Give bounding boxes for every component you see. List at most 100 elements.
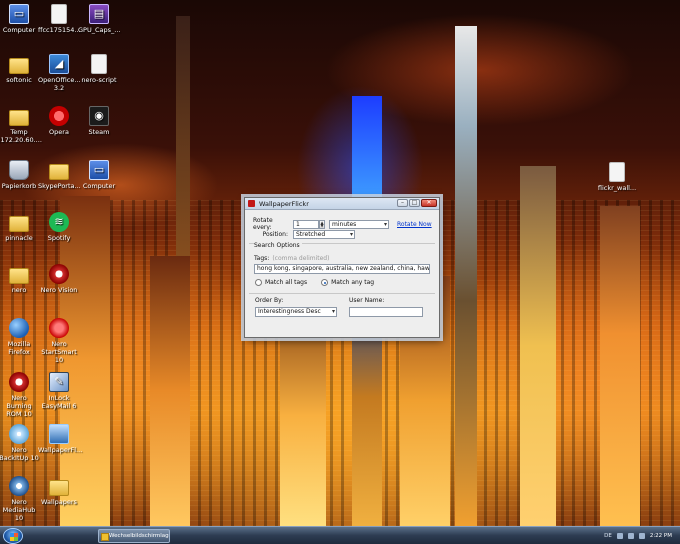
desktop-icon-openoffice[interactable]: ◢ OpenOffice... 3.2 [38,54,81,92]
rotate-interval-input[interactable]: 1 [293,219,319,229]
desktop-icon-label: Nero Vision [40,286,78,294]
app-icon [248,200,255,207]
spotify-icon: ≋ [49,212,69,232]
desktop-icon-nero-script[interactable]: nero-script [78,54,120,84]
nero-icon [9,372,29,392]
position-row: Position: Stretched [253,230,355,239]
desktop-icon-nero-vision[interactable]: Nero Vision [38,264,80,294]
desktop-icon-papierkorb[interactable]: Papierkorb [0,160,40,190]
desktop-icon-nero-burning-rom[interactable]: Nero Burning ROM 10 [0,372,40,418]
desktop-icon-label: softonic [6,76,32,84]
skyline-tower [280,306,326,526]
order-by-select[interactable]: Interestingness Desc [255,307,337,317]
desktop-icon-spotify[interactable]: ≋ Spotify [38,212,80,242]
rotate-row: Rotate every: 1 ▲▼ minutes Rotate Now [253,217,432,231]
minimize-button[interactable]: – [397,199,408,207]
match-all-radio[interactable] [255,279,262,286]
desktop-icon-label: InLock EasyMail 6 [41,394,77,410]
desktop-icon-gpu-caps[interactable]: ▤ GPU_Caps_... [78,4,120,34]
tags-label: Tags: [254,255,270,262]
desktop-icon-nero-backitup[interactable]: Nero BackItUp 10 [0,424,40,462]
nero-icon [49,318,69,338]
desktop-icon-opera[interactable]: Opera [38,106,80,136]
document-icon [609,162,625,182]
maximize-button[interactable]: □ [409,199,420,207]
skyline-tower [455,26,477,526]
desktop-icon-pinnacle[interactable]: pinnacle [0,212,40,242]
desktop-icon-wallpapers[interactable]: Wallpapers [38,476,80,506]
desktop-icon-computer[interactable]: ▭ Computer [0,4,40,34]
dialog-title: WallpaperFlickr [259,199,309,208]
desktop-icon-wallpaperflickr[interactable]: WallpaperFl... [38,424,83,454]
computer-icon: ▭ [9,4,29,24]
tags-label-row: Tags: (comma delimited) [254,255,329,262]
desktop-icon-softonic[interactable]: softonic [0,54,40,84]
rotate-interval-spinner[interactable]: ▲ ▼ [319,219,325,229]
folder-icon [9,216,29,232]
desktop-icon-label: SkypePorta... [38,182,81,190]
desktop-icon-temp[interactable]: Temp (172.20.60.... [0,106,42,144]
taskbar-item[interactable]: Wechselbildschirmlager... [98,529,170,543]
desktop-icon-label: Wallpapers [41,498,77,506]
search-options-label: Search Options [254,242,302,249]
openoffice-icon: ◢ [49,54,69,74]
dialog-titlebar[interactable]: WallpaperFlickr – □ ✕ [245,198,439,210]
steam-icon: ◉ [89,106,109,126]
clock[interactable]: 2:22 PM [650,533,672,539]
desktop-icon-skypeportable[interactable]: SkypePorta... [38,160,81,190]
system-tray: DE 2:22 PM [520,527,680,544]
notification-icon[interactable] [638,533,645,539]
volume-icon[interactable] [627,533,634,539]
desktop-icon-label: Steam [88,128,110,136]
position-select[interactable]: Stretched [293,230,355,239]
rotate-now-link[interactable]: Rotate Now [397,221,432,228]
username-input-row [349,307,423,317]
folder-icon [9,110,29,126]
rotate-label: Rotate every: [253,217,273,231]
match-any-radio[interactable] [321,279,329,286]
desktop-icon-nero-mediahub[interactable]: Nero MediaHub 10 [0,476,40,522]
taskbar: Wechselbildschirmlager... DE 2:22 PM [0,526,680,544]
folder-icon [49,164,69,180]
rotate-unit-select[interactable]: minutes [329,219,389,229]
desktop-icon-label: GPU_Caps_... [78,26,121,34]
firefox-icon [9,318,29,338]
pen-icon: ✎ [49,372,69,392]
desktop-icon-flickr-wall[interactable]: flickr_wall... [596,162,638,192]
wallpaper-icon [49,424,69,444]
start-button[interactable] [3,528,23,544]
folder-icon [9,268,29,284]
desktop-icon-label: Opera [49,128,69,136]
skyline-tower [150,256,190,526]
nero-icon [49,264,69,284]
computer-icon: ▭ [89,160,109,180]
desktop-icon-label: Papierkorb [1,182,37,190]
tags-input[interactable]: hong kong, singapore, australia, new zea… [254,264,430,274]
desktop-icon-computer-2[interactable]: ▭ Computer [78,160,120,190]
tags-hint: (comma delimited) [272,255,330,262]
order-by-label: Order By: [255,297,284,304]
username-label: User Name: [349,297,385,304]
desktop-icon-firefox[interactable]: Mozilla Firefox [0,318,40,356]
document-icon [51,4,67,24]
order-select-row: Interestingness Desc [255,307,337,317]
desktop-icon-nero-folder[interactable]: nero [0,264,40,294]
desktop-icon-label: Nero StartSmart 10 [41,340,77,364]
search-options-header: Search Options [254,242,302,249]
desktop-icon-label: Temp (172.20.60.... [0,128,42,144]
desktop-icon-nero-startsmart[interactable]: Nero StartSmart 10 [38,318,80,364]
desktop-icon-easymail[interactable]: ✎ InLock EasyMail 6 [38,372,80,410]
language-indicator[interactable]: DE [604,533,612,539]
document-icon [91,54,107,74]
desktop-icon-ffcc[interactable]: ffcc175154... [38,4,81,34]
desktop-icon-label: flickr_wall... [597,184,637,192]
username-label-row: User Name: [349,297,384,304]
desktop-icon-label: WallpaperFl... [38,446,83,454]
desktop-icon-label: ffcc175154... [38,26,81,34]
username-input[interactable] [349,307,423,317]
network-icon[interactable] [616,533,623,539]
tags-input-row: hong kong, singapore, australia, new zea… [254,264,430,274]
separator [249,293,435,294]
desktop-icon-steam[interactable]: ◉ Steam [78,106,120,136]
close-button[interactable]: ✕ [421,199,437,207]
